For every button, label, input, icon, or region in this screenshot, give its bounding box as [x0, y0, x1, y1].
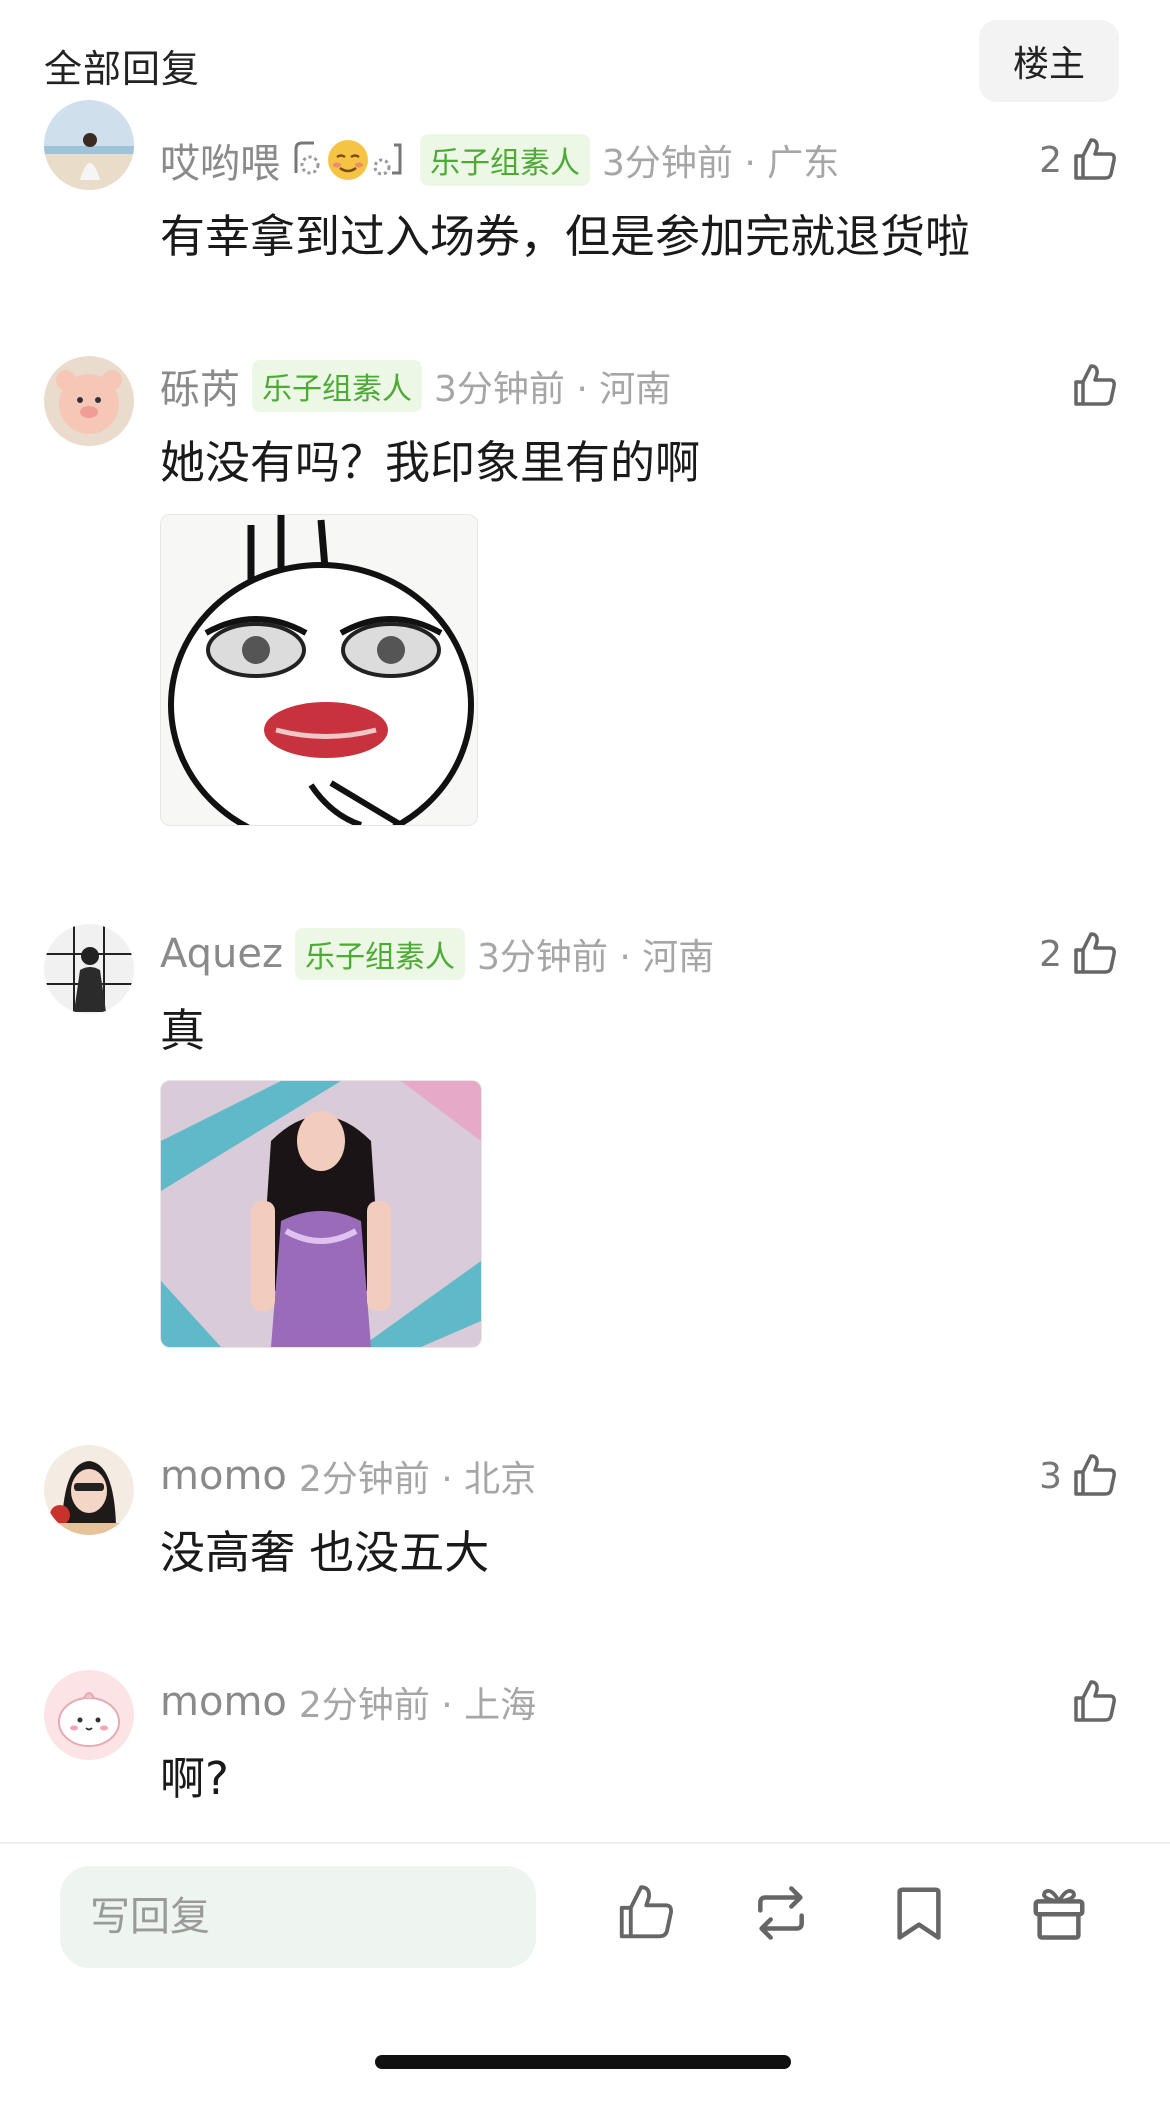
repost-icon [758, 1886, 804, 1940]
comment-meta: 哎哟喂 乐子组素人 3分钟前 · 广东 [160, 132, 839, 188]
username[interactable]: Aquez [160, 931, 283, 977]
timestamp-location: 2分钟前 · 上海 [298, 1685, 537, 1726]
like-button[interactable] [1070, 1674, 1118, 1730]
comment-text: 有幸拿到过入场券，但是参加完就退货啦 [160, 210, 971, 263]
group-badge: 乐子组素人 [420, 134, 590, 186]
page-title: 全部回复 [44, 47, 201, 91]
gift-button[interactable] [1026, 1880, 1092, 1946]
thumb-up-icon [1074, 364, 1116, 406]
decoration-icons [288, 135, 408, 185]
gift-icon [1033, 1889, 1085, 1940]
comment-text: 没高奢 也没五大 [160, 1526, 490, 1579]
like-count: 2 [1039, 139, 1062, 181]
repost-button[interactable] [748, 1880, 814, 1946]
username[interactable]: 砾芮 [160, 357, 240, 415]
thumb-up-icon [1074, 1454, 1116, 1496]
like-button[interactable] [1070, 358, 1118, 414]
like-post-button[interactable] [612, 1880, 678, 1946]
bookmark-button[interactable] [886, 1880, 952, 1946]
group-badge: 乐子组素人 [252, 360, 422, 412]
comment-text: 真 [160, 1004, 206, 1057]
comment-meta: momo 2分钟前 · 北京 [160, 1448, 536, 1504]
timestamp-location: 2分钟前 · 北京 [298, 1459, 537, 1500]
thumb-up-icon [619, 1885, 673, 1939]
home-indicator [375, 2055, 791, 2069]
comment-meta: 砾芮 乐子组素人 3分钟前 · 河南 [160, 358, 671, 414]
username[interactable]: 哎哟喂 [160, 131, 280, 189]
username[interactable]: momo [160, 1679, 287, 1725]
like-button[interactable]: 2 [1039, 926, 1118, 982]
thumb-up-icon [1074, 1680, 1116, 1722]
timestamp-location: 3分钟前 · 河南 [477, 937, 715, 978]
comment-image-bunny-sticker[interactable] [160, 514, 478, 826]
like-button[interactable]: 3 [1039, 1448, 1118, 1504]
header: 全部回复 楼主 [0, 0, 1170, 120]
avatar[interactable] [44, 356, 134, 446]
comment-meta: momo 2分钟前 · 上海 [160, 1674, 536, 1730]
comment-meta: Aquez 乐子组素人 3分钟前 · 河南 [160, 926, 714, 982]
bookmark-icon [897, 1887, 941, 1940]
bottom-action-bar [0, 1842, 1170, 2103]
timestamp-location: 3分钟前 · 广东 [602, 143, 840, 184]
like-button[interactable]: 2 [1039, 132, 1118, 188]
reply-input[interactable] [60, 1866, 536, 1968]
comment-text: 她没有吗？我印象里有的啊 [160, 436, 701, 489]
avatar[interactable] [44, 1670, 134, 1760]
avatar[interactable] [44, 924, 134, 1014]
owner-filter-button[interactable]: 楼主 [979, 20, 1119, 102]
comment-image-girl-photo[interactable] [160, 1080, 482, 1348]
like-count: 3 [1039, 1455, 1062, 1497]
timestamp-location: 3分钟前 · 河南 [434, 369, 672, 410]
thumb-up-icon [1074, 932, 1116, 974]
like-count: 2 [1039, 933, 1062, 975]
avatar[interactable] [44, 1445, 134, 1535]
username[interactable]: momo [160, 1453, 287, 1499]
comment-text: 啊? [160, 1752, 229, 1805]
avatar[interactable] [44, 100, 134, 190]
thumb-up-icon [1074, 138, 1116, 180]
group-badge: 乐子组素人 [295, 928, 466, 980]
